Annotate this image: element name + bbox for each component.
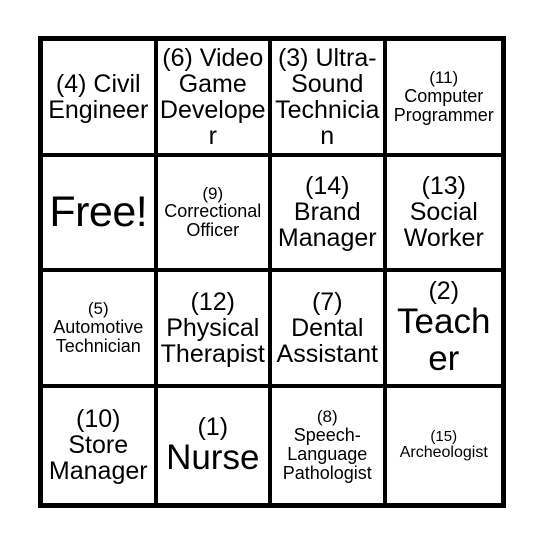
bingo-cell-text: (13) Social Worker: [389, 172, 500, 253]
bingo-cell-text: (15) Archeologist: [389, 429, 500, 461]
bingo-cell-label: Archeologist: [399, 443, 488, 461]
bingo-cell[interactable]: (7) Dental Assistant: [272, 272, 387, 388]
bingo-cell[interactable]: (1) Nurse: [157, 387, 272, 503]
bingo-cell-free[interactable]: Free!: [43, 156, 158, 272]
bingo-cell-text: (14) Brand Manager: [274, 172, 381, 253]
bingo-cell-label: Automotive Technician: [53, 316, 144, 356]
bingo-cell-text: (12) Physical Therapist: [160, 287, 267, 368]
bingo-cell[interactable]: (5) Automotive Technician: [43, 272, 158, 388]
bingo-cell-number: (7): [311, 287, 343, 316]
bingo-cell-text: (3) Ultra-Sound Technician: [275, 43, 380, 150]
bingo-cell[interactable]: (10) Store Manager: [43, 387, 158, 503]
bingo-cell-text: (4) Civil Engineer: [48, 69, 149, 124]
bingo-cell[interactable]: (2) Teacher: [386, 272, 501, 388]
bingo-cell-label: Computer Programmer: [393, 85, 494, 125]
bingo-cell-number: (11): [429, 68, 459, 88]
bingo-cell-number: (10): [76, 405, 121, 434]
bingo-cell-text: (11) Computer Programmer: [389, 69, 500, 124]
bingo-cell-text: (2) Teacher: [389, 278, 500, 377]
bingo-cell-label: Brand Manager: [277, 198, 377, 253]
bingo-cell-label: Dental Assistant: [276, 313, 378, 368]
bingo-cell-number: (14): [305, 172, 350, 201]
bingo-cell-number: (12): [190, 287, 235, 316]
bingo-cell-label: Speech-Language Pathologist: [282, 425, 372, 483]
bingo-cell-label: Correctional Officer: [164, 201, 262, 241]
bingo-cell-text: (1) Nurse: [160, 414, 267, 477]
bingo-cell[interactable]: (11) Computer Programmer: [386, 41, 501, 157]
bingo-cell-text: (8) Speech-Language Pathologist: [274, 408, 381, 482]
bingo-cell-label: Physical Therapist: [160, 313, 265, 368]
bingo-cell-number: (15): [430, 428, 458, 446]
bingo-cell-text: (7) Dental Assistant: [274, 287, 381, 368]
bingo-cell[interactable]: (6) Video Game Developer: [157, 41, 272, 157]
bingo-cell[interactable]: (9) Correctional Officer: [157, 156, 272, 272]
bingo-cell-number: (9): [202, 183, 224, 203]
bingo-cell-text: (10) Store Manager: [45, 405, 152, 486]
bingo-cell-text: (9) Correctional Officer: [160, 183, 267, 241]
bingo-cell-text: Free!: [49, 187, 148, 236]
bingo-cell-label: Social Worker: [403, 198, 484, 253]
bingo-card-grid: (4) Civil Engineer (6) Video Game Develop…: [38, 36, 506, 508]
bingo-cell[interactable]: (4) Civil Engineer: [43, 41, 158, 157]
bingo-cell[interactable]: (15) Archeologist: [386, 387, 501, 503]
bingo-cell[interactable]: (8) Speech-Language Pathologist: [272, 387, 387, 503]
bingo-cell[interactable]: (14) Brand Manager: [272, 156, 387, 272]
bingo-cell-label: Teacher: [397, 302, 491, 378]
bingo-cell-text: (6) Video Game Developer: [159, 43, 266, 150]
bingo-cell-number: (5): [87, 299, 109, 319]
bingo-cell[interactable]: (3) Ultra-Sound Technician: [272, 41, 387, 157]
bingo-cell[interactable]: (13) Social Worker: [386, 156, 501, 272]
bingo-cell-number: (1): [197, 412, 229, 441]
bingo-cell-text: (5) Automotive Technician: [45, 300, 152, 355]
bingo-cell-label: Nurse: [166, 438, 260, 478]
bingo-cell[interactable]: (12) Physical Therapist: [157, 272, 272, 388]
bingo-cell-number: (13): [421, 172, 466, 201]
bingo-cell-number: (2): [428, 277, 460, 306]
bingo-cell-label: Store Manager: [48, 431, 148, 486]
bingo-cell-number: (8): [316, 407, 338, 427]
